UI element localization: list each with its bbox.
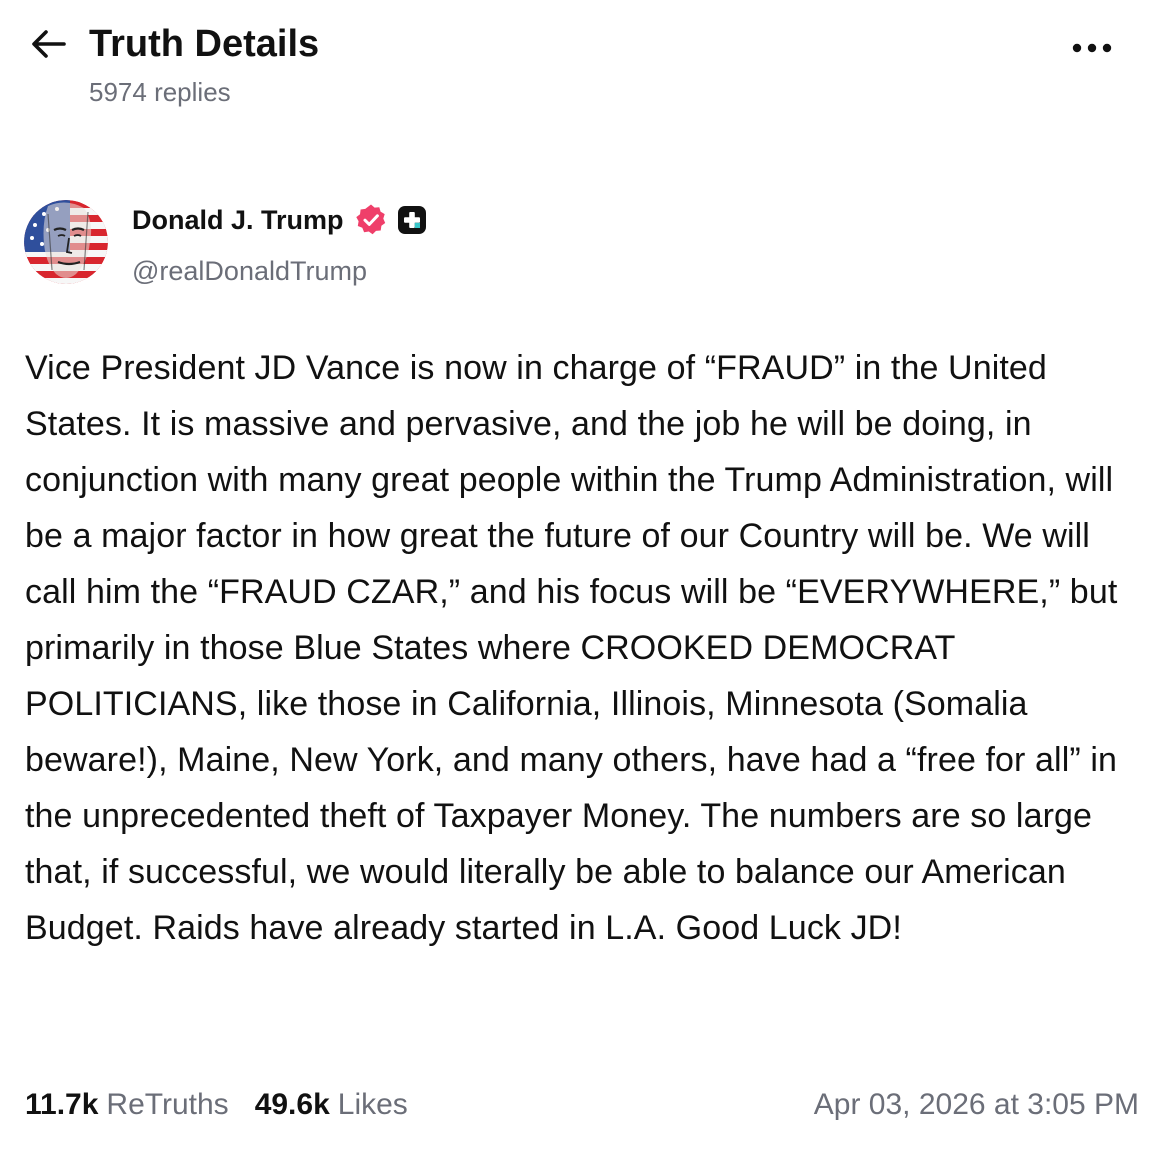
page-header: Truth Details 5974 replies [0, 0, 1166, 130]
back-button[interactable] [26, 22, 70, 66]
post-text: Vice President JD Vance is now in charge… [25, 349, 1118, 947]
display-name[interactable]: Donald J. Trump [132, 205, 344, 236]
verified-badge-icon [354, 203, 388, 237]
arrow-left-icon [32, 30, 66, 58]
post-stats: 11.7k ReTruths 49.6k Likes [25, 1088, 408, 1130]
display-name-row: Donald J. Trump [132, 200, 427, 240]
likes-label: Likes [337, 1088, 408, 1121]
reply-count[interactable]: 5974 replies [89, 74, 231, 110]
more-options-button[interactable] [1066, 28, 1118, 68]
retruths-count: 11.7k [25, 1088, 99, 1121]
more-horizontal-icon [1072, 43, 1112, 53]
post-timestamp: Apr 03, 2026 at 3:05 PM [813, 1088, 1139, 1121]
retruths-stat[interactable]: 11.7k ReTruths [25, 1088, 229, 1122]
post-author: Donald J. Trump @realDonaldTrump [24, 200, 1124, 290]
likes-stat[interactable]: 49.6k Likes [255, 1088, 408, 1122]
likes-count: 49.6k [254, 1088, 330, 1121]
plus-badge-icon [397, 205, 427, 235]
user-handle[interactable]: @realDonaldTrump [132, 256, 367, 287]
avatar[interactable] [24, 200, 108, 284]
retruths-label: ReTruths [106, 1088, 229, 1121]
page-title: Truth Details [89, 23, 320, 65]
avatar-flag-portrait-icon [24, 200, 108, 284]
